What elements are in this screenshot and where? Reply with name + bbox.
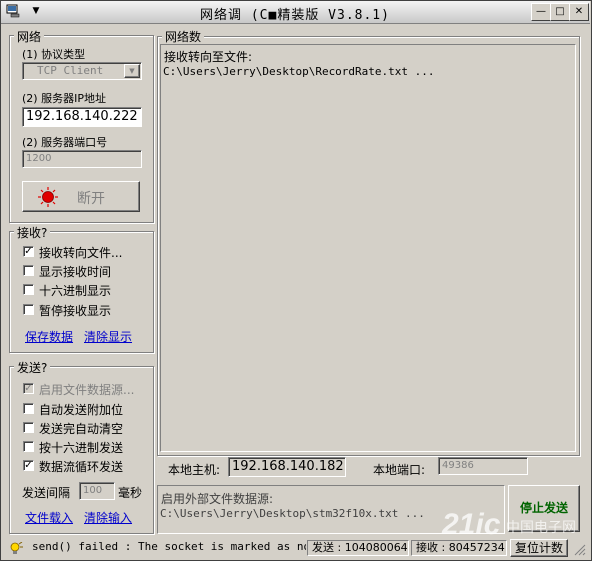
window-title: 网络调 (C■精装版 V3.8.1) [200, 8, 390, 23]
show-time-label: 显示接收时间 [39, 265, 112, 279]
receive-line-1: 接收转向至文件: [164, 50, 253, 64]
watermark-logo: 21ic [442, 508, 501, 541]
append-bits-label: 自动发送附加位 [39, 403, 124, 417]
app-icon[interactable] [6, 4, 22, 18]
load-file-link[interactable]: 文件载入 [25, 509, 73, 526]
send-line-2: C:\Users\Jerry\Desktop\stm32f10x.txt ... [160, 507, 425, 520]
status-bulb-icon [9, 541, 23, 559]
server-port-input[interactable]: 1200 [22, 150, 142, 168]
redirect-checkbox[interactable]: ✓ [23, 246, 34, 257]
resize-grip-icon[interactable] [574, 544, 586, 556]
loop-send-label: 数据流循环发送 [39, 460, 124, 474]
minimize-button[interactable]: — [531, 3, 551, 21]
protocol-label: (1) 协议类型 [22, 48, 86, 61]
sent-count: 发送 : 104080064 [307, 540, 409, 556]
receive-group-label: 接收? [14, 224, 51, 241]
local-host-label: 本地主机: [168, 463, 221, 477]
send-interval-label: 发送间隔 [22, 486, 71, 500]
auto-clear-label: 发送完自动清空 [39, 422, 124, 436]
pause-display-checkbox[interactable] [23, 304, 34, 315]
file-source-checkbox[interactable]: ✓ [23, 383, 34, 394]
server-ip-label: (2) 服务器IP地址 [22, 92, 106, 105]
redirect-label: 接收转向文件... [39, 246, 123, 260]
protocol-dropdown-chevron-down-icon[interactable]: ▼ [124, 64, 140, 78]
pause-display-label: 暂停接收显示 [39, 304, 112, 318]
reset-count-button[interactable]: 复位计数 [510, 539, 568, 557]
receive-line-2: C:\Users\Jerry\Desktop\RecordRate.txt ..… [163, 65, 435, 78]
network-data-group-label: 网络数 [162, 28, 205, 45]
received-count: 接收 : 80457234 [411, 540, 507, 556]
status-message: send() failed : The socket is marked as … [32, 540, 306, 553]
local-port-field: 49386 [438, 457, 528, 475]
loop-send-checkbox[interactable]: ✓ [23, 460, 34, 471]
receive-data-area[interactable]: 接收转向至文件: C:\Users\Jerry\Desktop\RecordRa… [160, 44, 576, 452]
save-data-link[interactable]: 保存数据 [25, 328, 73, 345]
auto-clear-checkbox[interactable] [23, 422, 34, 433]
server-port-label: (2) 服务器端口号 [22, 136, 108, 149]
local-port-label: 本地端口: [373, 463, 426, 477]
send-group-label: 发送? [14, 359, 51, 376]
append-bits-checkbox[interactable] [23, 403, 34, 414]
disconnect-button[interactable]: 断开 [22, 181, 140, 212]
send-interval-input[interactable]: 100 [79, 482, 115, 500]
send-interval-unit: 毫秒 [118, 486, 143, 500]
network-group-label: 网络 [14, 28, 45, 45]
record-indicator-icon [37, 186, 59, 211]
send-line-1: 启用外部文件数据源: [161, 492, 274, 506]
clear-display-link[interactable]: 清除显示 [84, 328, 132, 345]
clear-input-link[interactable]: 清除输入 [84, 509, 132, 526]
maximize-button[interactable]: □ [550, 3, 570, 21]
server-ip-input[interactable]: 192.168.140.222 [22, 107, 142, 127]
hex-send-checkbox[interactable] [23, 441, 34, 452]
watermark-text: 中国电子网 [506, 520, 576, 536]
disconnect-button-label: 断开 [77, 191, 105, 207]
hex-display-label: 十六进制显示 [39, 284, 112, 298]
system-menu-arrow-icon[interactable]: ▼ [26, 3, 46, 19]
hex-send-label: 按十六进制发送 [39, 441, 124, 455]
file-source-label: 启用文件数据源... [39, 383, 135, 397]
local-host-field: 192.168.140.182 [228, 457, 346, 477]
show-time-checkbox[interactable] [23, 265, 34, 276]
close-button[interactable]: ✕ [569, 3, 589, 21]
hex-display-checkbox[interactable] [23, 284, 34, 295]
